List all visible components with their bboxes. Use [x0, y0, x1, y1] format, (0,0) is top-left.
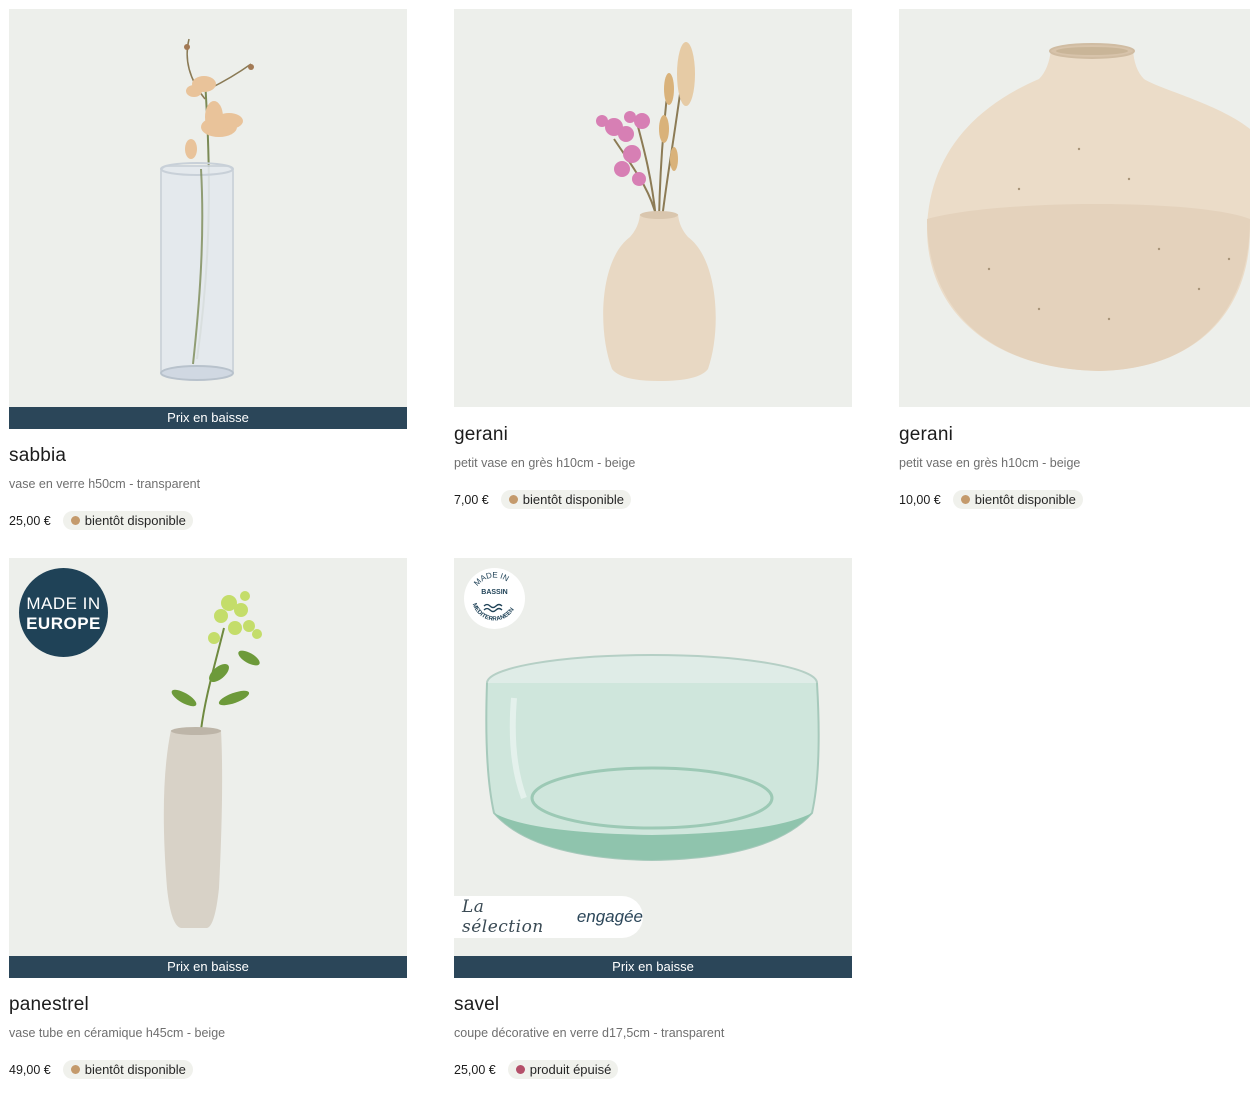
product-description: petit vase en grès h10cm - beige [454, 456, 636, 470]
tag-bold-text: engagée [576, 907, 643, 926]
product-card-sabbia[interactable]: Prix en baisse sabbia vase en verre h50c… [9, 9, 407, 530]
product-card-gerani-large[interactable]: gerani petit vase en grès h10cm - beige … [899, 9, 1250, 509]
availability-badge: bientôt disponible [952, 490, 1083, 509]
availability-badge: produit épuisé [507, 1060, 619, 1079]
product-description: petit vase en grès h10cm - beige [899, 456, 1081, 470]
status-dot-icon [508, 495, 518, 504]
product-price: 49,00 € [9, 1062, 51, 1077]
availability-label: bientôt disponible [974, 492, 1076, 507]
product-meta: 25,00 € produit épuisé [454, 1060, 852, 1079]
product-card-savel[interactable]: MADE IN MEDITERRANEEN BASSIN La sélectio… [454, 558, 852, 1079]
availability-label: bientôt disponible [522, 492, 624, 507]
svg-text:MEDITERRANEEN: MEDITERRANEEN [471, 603, 516, 623]
product-price: 10,00 € [899, 492, 941, 507]
round-stoneware-vase-image [927, 43, 1250, 371]
availability-badge: bientôt disponible [62, 1060, 193, 1079]
made-in-europe-badge: MADE IN EUROPE [19, 568, 108, 657]
price-drop-banner: Prix en baisse [9, 956, 407, 978]
availability-badge: bientôt disponible [500, 490, 631, 509]
badge-line-1: MADE IN [26, 594, 101, 613]
product-description: coupe décorative en verre d17,5cm - tran… [454, 1026, 725, 1040]
product-meta: 49,00 € bientôt disponible [9, 1060, 407, 1079]
product-price: 25,00 € [9, 513, 51, 528]
product-price: 7,00 € [454, 492, 489, 507]
price-drop-banner: Prix en baisse [9, 407, 407, 429]
status-dot-icon [960, 495, 970, 504]
product-name[interactable]: gerani [454, 424, 852, 446]
made-in-mediterranean-seal: MADE IN MEDITERRANEEN BASSIN [464, 568, 525, 629]
product-image[interactable] [899, 9, 1250, 407]
availability-badge: bientôt disponible [62, 511, 193, 530]
product-card-gerani[interactable]: gerani petit vase en grès h10cm - beige … [454, 9, 852, 509]
availability-label: produit épuisé [529, 1062, 612, 1077]
product-card-panestrel[interactable]: MADE IN EUROPE Prix en baisse panestrel … [9, 558, 407, 1079]
price-drop-banner: Prix en baisse [454, 956, 852, 978]
product-image[interactable] [454, 9, 852, 407]
glass-vase-with-flower-image [160, 38, 254, 381]
seal-ring-icon: MADE IN MEDITERRANEEN [471, 570, 516, 623]
product-image[interactable]: MADE IN MEDITERRANEEN BASSIN La sélectio… [454, 558, 852, 956]
availability-label: bientôt disponible [84, 1062, 186, 1077]
badge-line-2: EUROPE [26, 614, 101, 633]
status-dot-icon [515, 1065, 525, 1074]
selection-engagee-tag: La sélection engagée [454, 896, 643, 938]
product-meta: 7,00 € bientôt disponible [454, 490, 852, 509]
status-dot-icon [70, 516, 80, 525]
tag-script-text: La sélection [462, 897, 544, 937]
product-name[interactable]: sabbia [9, 445, 407, 467]
product-description: vase en verre h50cm - transparent [9, 477, 201, 491]
product-image[interactable]: MADE IN EUROPE [9, 558, 407, 956]
svg-text:MADE IN: MADE IN [472, 570, 511, 587]
product-price: 25,00 € [454, 1062, 496, 1077]
product-image[interactable] [9, 9, 407, 407]
product-description: vase tube en céramique h45cm - beige [9, 1026, 226, 1040]
seal-mid-text: BASSIN [481, 589, 508, 596]
seal-top-text: MADE IN [472, 570, 511, 587]
status-dot-icon [70, 1065, 80, 1074]
product-meta: 25,00 € bientôt disponible [9, 511, 407, 530]
product-name[interactable]: panestrel [9, 994, 407, 1016]
product-name[interactable]: gerani [899, 424, 1250, 446]
seal-bottom-text: MEDITERRANEEN [471, 603, 516, 623]
availability-label: bientôt disponible [84, 513, 186, 528]
product-name[interactable]: savel [454, 994, 852, 1016]
product-meta: 10,00 € bientôt disponible [899, 490, 1250, 509]
stoneware-vase-with-dried-flowers-image [596, 42, 716, 381]
